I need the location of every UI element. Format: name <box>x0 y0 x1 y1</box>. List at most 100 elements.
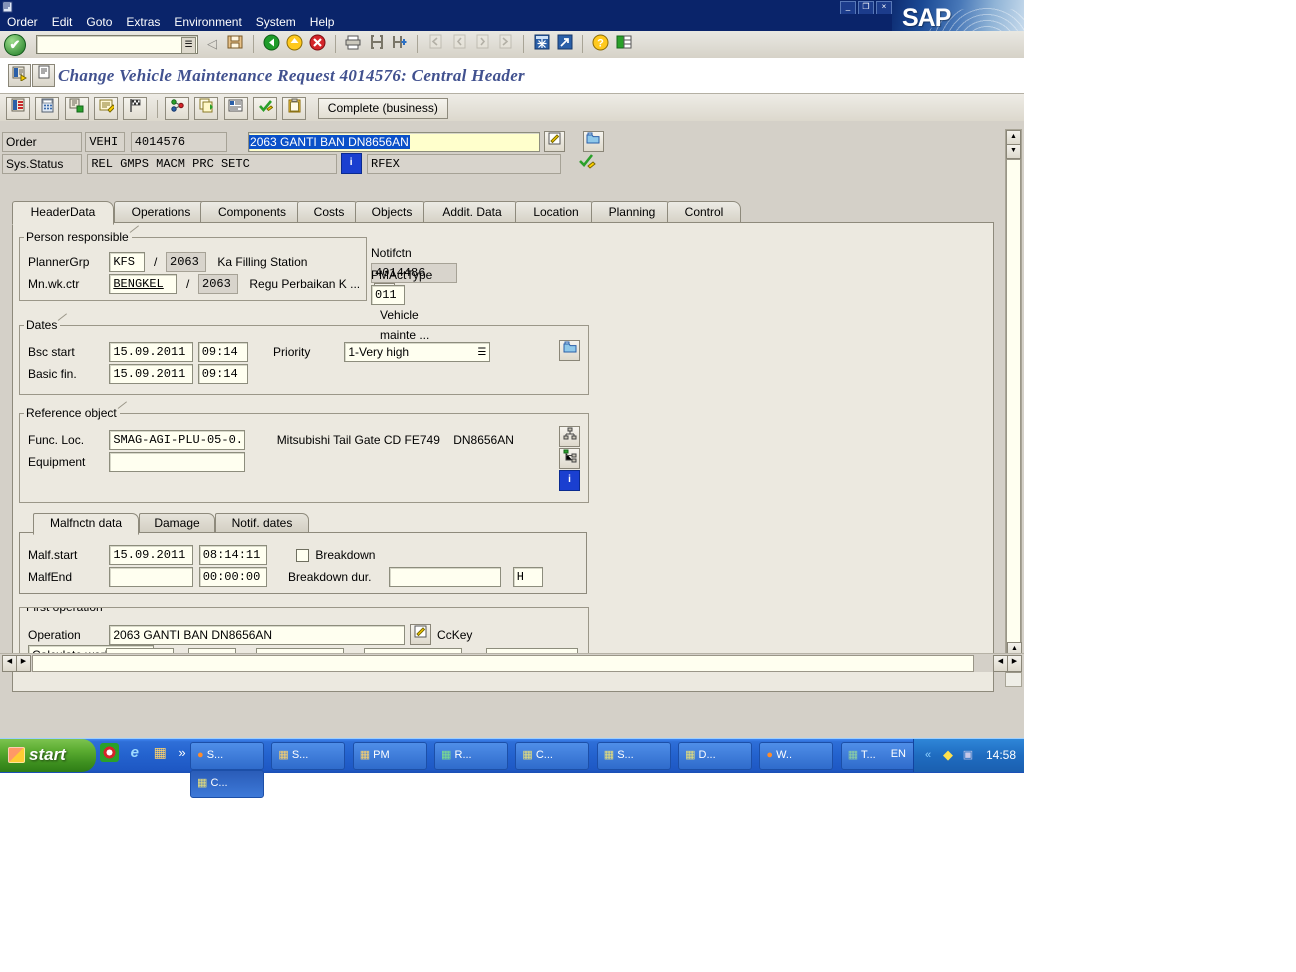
notification-icon[interactable] <box>94 97 119 120</box>
status-info-icon[interactable]: i <box>340 153 362 174</box>
menu-item-order[interactable]: Order <box>0 14 45 30</box>
close-button[interactable]: × <box>876 1 892 15</box>
show-hidden-icons-icon[interactable]: « <box>920 747 936 763</box>
scroll-right-page-button[interactable]: ◀ <box>993 655 1008 672</box>
scroll-left-button[interactable]: ◀ <box>2 655 17 672</box>
task-button-2[interactable]: ▦ PM <box>352 742 427 770</box>
document-icon[interactable] <box>223 97 248 120</box>
operation-field[interactable]: 2063 GANTI BAN DN8656AN <box>109 624 406 645</box>
internet-explorer-icon[interactable]: e <box>125 743 144 762</box>
tab-addit-data[interactable]: Addit. Data <box>423 201 521 223</box>
customize-layout-icon[interactable] <box>614 34 634 54</box>
subtab-notif-dates[interactable]: Notif. dates <box>215 513 309 533</box>
menu-item-system[interactable]: System <box>249 14 303 30</box>
calculator-icon[interactable] <box>35 97 60 120</box>
language-indicator[interactable]: EN <box>891 748 906 760</box>
explorer-icon[interactable]: ▦ <box>151 743 170 762</box>
start-button[interactable]: start <box>0 739 96 772</box>
sys-status-extra-field[interactable]: RFEX <box>367 153 562 174</box>
more-chevron-icon[interactable]: » <box>176 743 188 762</box>
menu-item-extras[interactable]: Extras <box>119 14 167 30</box>
breakdown-dur-unit-field[interactable]: H <box>512 567 543 587</box>
command-field[interactable]: ☰ <box>36 35 198 54</box>
horizontal-scrollbar-track[interactable] <box>32 655 974 672</box>
task-button-3[interactable]: ▦ R... <box>434 742 509 770</box>
order-description-field[interactable]: 2063 GANTI BAN DN8656AN <box>248 131 541 152</box>
chrome-icon[interactable] <box>100 743 119 762</box>
exit-yellow-icon[interactable] <box>284 34 304 54</box>
bsc-start-time-field[interactable]: 09:14 <box>197 342 248 362</box>
detail-list-icon[interactable] <box>32 64 55 87</box>
priority-dropdown-icon[interactable]: ☰ <box>477 344 486 361</box>
task-button-10[interactable]: ▦ C... <box>190 770 264 798</box>
window-menu-icon[interactable] <box>2 1 14 13</box>
clipboard-icon[interactable] <box>282 97 307 120</box>
tab-components[interactable]: Components <box>200 201 304 223</box>
back-arrow-icon[interactable]: ◁ <box>202 34 222 54</box>
network-icon[interactable]: ▣ <box>960 747 976 763</box>
mnwkctr-plant-field[interactable]: 2063 <box>198 274 239 294</box>
save-icon[interactable] <box>225 34 245 54</box>
equipment-field[interactable] <box>109 452 246 472</box>
scroll-left-page-button[interactable]: ▶ <box>16 655 31 672</box>
tab-objects[interactable]: Objects <box>355 201 429 223</box>
mnwkctr-code-field[interactable]: BENGKEL <box>109 274 178 294</box>
vertical-scrollbar[interactable]: ▲ ▼ <box>1005 129 1022 687</box>
malf-end-date-field[interactable] <box>109 567 194 587</box>
basic-fin-date-field[interactable]: 15.09.2011 <box>109 364 194 384</box>
basic-fin-time-field[interactable]: 09:14 <box>197 364 248 384</box>
scrollbar-track[interactable] <box>1006 159 1021 673</box>
reference-object-info-icon[interactable]: i <box>559 470 580 491</box>
complete-business-button[interactable]: Complete (business) <box>317 98 448 119</box>
subtab-damage[interactable]: Damage <box>139 513 215 533</box>
scroll-right-button[interactable]: ▶ <box>1007 655 1022 672</box>
menu-item-edit[interactable]: Edit <box>45 14 80 30</box>
back-green-icon[interactable] <box>261 34 281 54</box>
status-check-pencil-icon[interactable] <box>578 154 597 173</box>
dates-detail-folder-icon[interactable] <box>559 340 580 361</box>
release-icon[interactable] <box>253 97 278 120</box>
menu-item-help[interactable]: Help <box>303 14 342 30</box>
object-network-icon[interactable] <box>165 97 190 120</box>
tab-planning[interactable]: Planning <box>591 201 673 223</box>
horizontal-scrollbar[interactable]: ◀ ▶ ◀ ▶ <box>0 653 1024 672</box>
create-shortcut-icon[interactable] <box>555 34 575 54</box>
copy-icon[interactable] <box>194 97 219 120</box>
tab-headerdata[interactable]: HeaderData <box>12 201 114 225</box>
minimize-button[interactable]: _ <box>840 1 856 15</box>
find-icon[interactable] <box>367 34 387 54</box>
cancel-red-icon[interactable] <box>308 34 328 54</box>
order-long-text-folder-icon[interactable] <box>582 131 604 152</box>
transaction-icon[interactable] <box>8 64 31 87</box>
hierarchy-icon[interactable] <box>559 426 580 447</box>
tab-location[interactable]: Location <box>515 201 597 223</box>
breakdown-dur-field[interactable] <box>389 567 502 587</box>
menu-item-environment[interactable]: Environment <box>167 14 248 30</box>
malf-start-time-field[interactable]: 08:14:11 <box>198 545 267 565</box>
command-input[interactable] <box>37 36 179 52</box>
task-button-4[interactable]: ▦ C... <box>515 742 590 770</box>
menu-item-goto[interactable]: Goto <box>79 14 119 30</box>
flag-icon[interactable] <box>123 97 148 120</box>
find-next-icon[interactable] <box>390 34 410 54</box>
tab-costs[interactable]: Costs <box>297 201 361 223</box>
func-loc-field[interactable]: SMAG-AGI-PLU-05-0... <box>109 430 246 450</box>
bsc-start-date-field[interactable]: 15.09.2011 <box>109 342 194 362</box>
previous-page-icon[interactable] <box>449 34 469 54</box>
order-type-field[interactable]: VEHI <box>85 131 126 152</box>
scroll-down-button[interactable]: ▼ <box>1006 144 1021 159</box>
scroll-up-button[interactable]: ▲ <box>1006 130 1021 145</box>
task-button-0[interactable]: ● S... <box>190 742 264 770</box>
taskbar-clock[interactable]: 14:58 <box>986 748 1016 762</box>
task-button-7[interactable]: ● W.. <box>759 742 834 770</box>
help-icon[interactable]: ? <box>591 34 611 54</box>
tab-operations[interactable]: Operations <box>114 201 208 223</box>
order-list-icon[interactable] <box>6 97 30 120</box>
yellow-note-icon[interactable]: ◆ <box>940 747 956 763</box>
pmacttype-field[interactable]: 011 <box>371 285 405 305</box>
first-page-icon[interactable] <box>426 34 446 54</box>
operation-list-icon[interactable] <box>64 97 89 120</box>
tab-control[interactable]: Control <box>667 201 741 223</box>
priority-field[interactable]: 1-Very high ☰ <box>344 342 491 362</box>
task-button-6[interactable]: ▦ D... <box>678 742 753 770</box>
